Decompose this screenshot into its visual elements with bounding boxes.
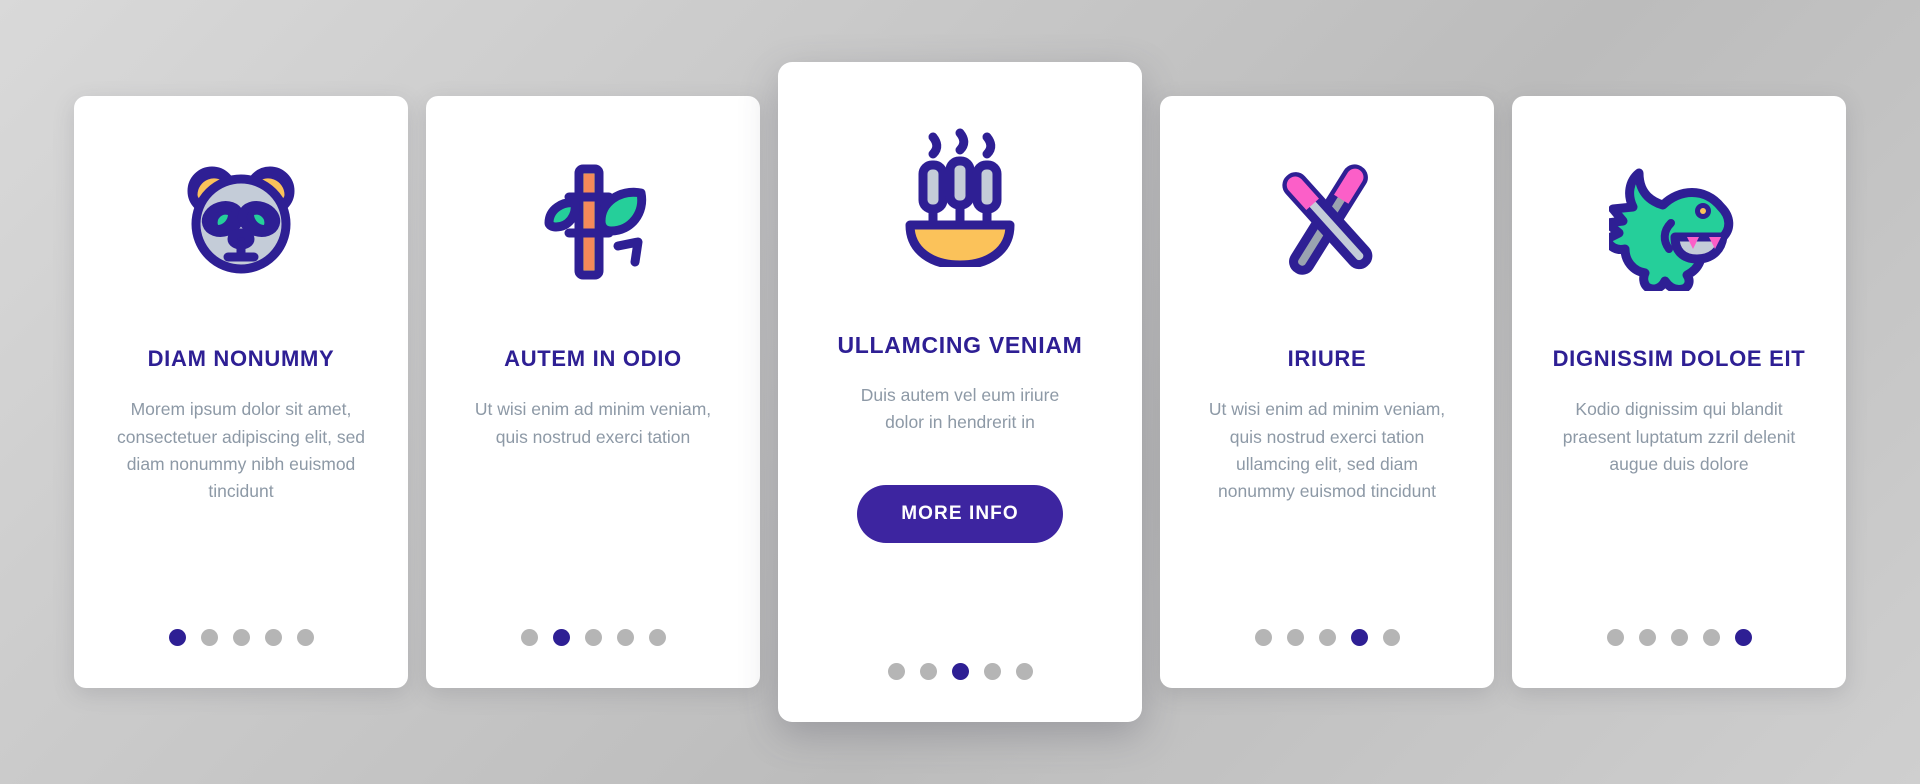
pagination-dot[interactable] xyxy=(296,629,314,646)
pagination-dots xyxy=(778,663,1142,680)
incense-bowl-icon xyxy=(798,62,1122,332)
pagination-dot[interactable] xyxy=(520,629,538,646)
pagination-dot[interactable] xyxy=(1350,629,1368,646)
chopsticks-icon xyxy=(1180,96,1474,346)
pagination-dot[interactable] xyxy=(552,629,570,646)
onboarding-card-5[interactable]: DIGNISSIM DOLOE EIT Kodio dignissim qui … xyxy=(1512,96,1846,688)
onboarding-card-4[interactable]: IRIURE Ut wisi enim ad minim veniam, qui… xyxy=(1160,96,1494,688)
card-body: Duis autem vel eum iriure dolor in hendr… xyxy=(860,384,1060,432)
onboarding-card-2[interactable]: AUTEM IN ODIO Ut wisi enim ad minim veni… xyxy=(426,96,760,688)
pagination-dot[interactable] xyxy=(1606,629,1624,646)
card-title: ULLAMCING VENIAM xyxy=(837,332,1083,358)
pagination-dot[interactable] xyxy=(1382,629,1400,646)
card-title: AUTEM IN ODIO xyxy=(504,346,682,371)
pagination-dots xyxy=(1512,629,1846,646)
pagination-dot[interactable] xyxy=(1670,629,1688,646)
card-title: DIAM NONUMMY xyxy=(147,346,335,371)
pagination-dot[interactable] xyxy=(983,663,1001,680)
pagination-dot[interactable] xyxy=(919,663,937,680)
onboarding-card-3[interactable]: ULLAMCING VENIAM Duis autem vel eum iriu… xyxy=(778,62,1142,722)
pagination-dot[interactable] xyxy=(1734,629,1752,646)
pagination-dot[interactable] xyxy=(1015,663,1033,680)
pagination-dot[interactable] xyxy=(1702,629,1720,646)
onboarding-card-1[interactable]: DIAM NONUMMY Morem ipsum dolor sit amet,… xyxy=(74,96,408,688)
pagination-dot[interactable] xyxy=(232,629,250,646)
dragon-head-icon xyxy=(1532,96,1826,346)
card-body: Kodio dignissim qui blandit praesent lup… xyxy=(1562,399,1796,474)
pagination-dots xyxy=(74,629,408,646)
pagination-dot[interactable] xyxy=(1638,629,1656,646)
pagination-dot[interactable] xyxy=(168,629,186,646)
pagination-dot[interactable] xyxy=(1286,629,1304,646)
pagination-dot[interactable] xyxy=(887,663,905,680)
pagination-dot[interactable] xyxy=(1254,629,1272,646)
pagination-dots xyxy=(426,629,760,646)
pagination-dot[interactable] xyxy=(584,629,602,646)
card-title: IRIURE xyxy=(1287,346,1367,371)
pagination-dots xyxy=(1160,629,1494,646)
pagination-dot[interactable] xyxy=(200,629,218,646)
pagination-dot[interactable] xyxy=(1318,629,1336,646)
card-body: Ut wisi enim ad minim veniam, quis nostr… xyxy=(474,399,712,447)
panda-head-icon xyxy=(94,96,388,346)
pagination-dot[interactable] xyxy=(264,629,282,646)
pagination-dot[interactable] xyxy=(648,629,666,646)
pagination-dot[interactable] xyxy=(616,629,634,646)
more-info-button[interactable]: MORE INFO xyxy=(857,485,1063,544)
card-title: DIGNISSIM DOLOE EIT xyxy=(1552,346,1806,371)
card-body: Ut wisi enim ad minim veniam, quis nostr… xyxy=(1208,399,1446,501)
bamboo-icon xyxy=(446,96,740,346)
card-body: Morem ipsum dolor sit amet, consectetuer… xyxy=(116,399,366,501)
pagination-dot[interactable] xyxy=(951,663,969,680)
onboarding-carousel: DIAM NONUMMY Morem ipsum dolor sit amet,… xyxy=(0,0,1920,784)
